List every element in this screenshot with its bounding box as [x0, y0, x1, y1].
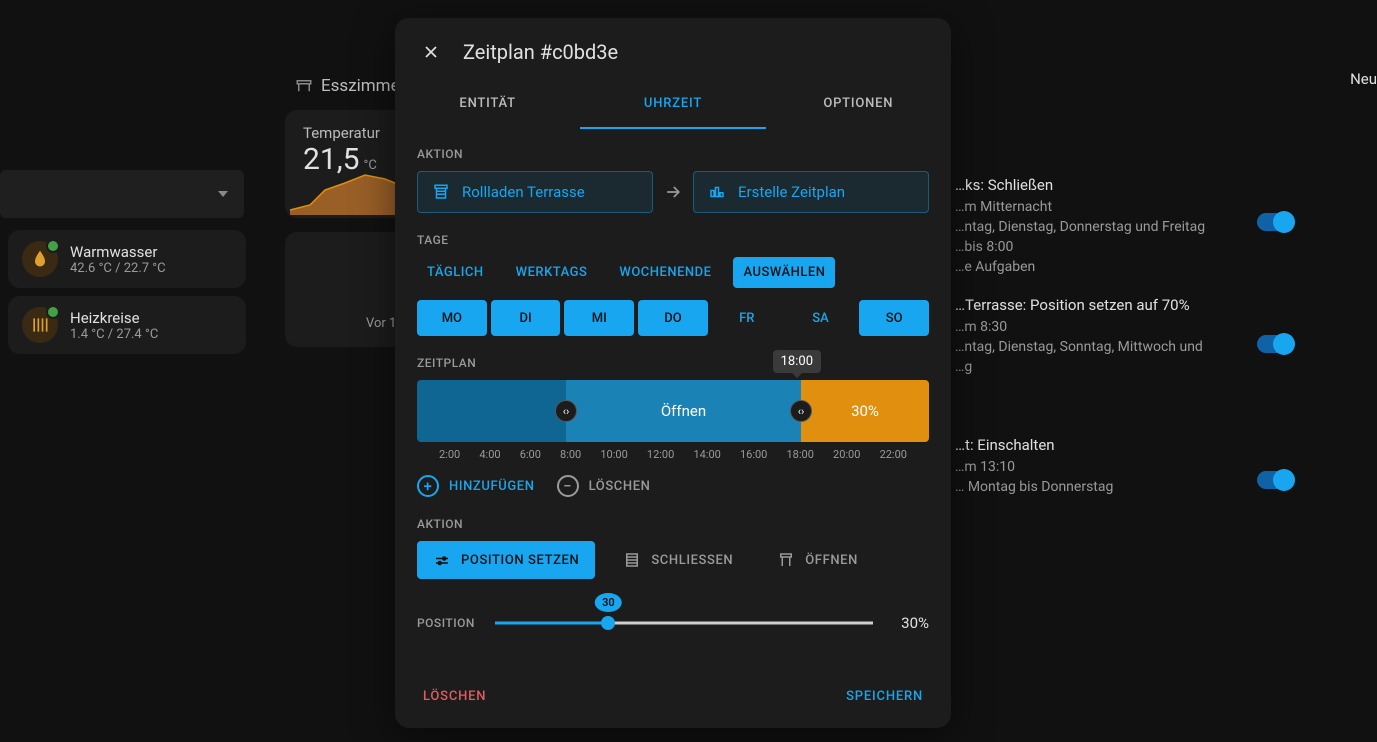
tab-entity[interactable]: ENTITÄT — [395, 80, 580, 129]
sensor-card-warmwasser[interactable]: Warmwasser 42.6 °C / 22.7 °C — [8, 230, 246, 288]
day-mi[interactable]: MI — [564, 300, 634, 336]
room-name: Esszimmer — [321, 76, 405, 96]
slider-label: POSITION — [417, 616, 477, 630]
preset-weekend[interactable]: WOCHENENDE — [609, 257, 721, 288]
dialog-tabs: ENTITÄT UHRZEIT OPTIONEN — [395, 80, 951, 129]
section-label-timeline: ZEITPLAN — [417, 356, 929, 370]
tab-options[interactable]: OPTIONEN — [766, 80, 951, 129]
temperature-sparkline — [290, 165, 400, 215]
tab-time[interactable]: UHRZEIT — [580, 80, 765, 129]
schedule-dialog: Zeitplan #c0bd3e ENTITÄT UHRZEIT OPTIONE… — [395, 18, 951, 728]
day-fr[interactable]: FR — [712, 300, 782, 336]
schedule-item[interactable]: …ks: Schließen …m Mitternacht …ntag, Die… — [955, 175, 1355, 277]
new-label[interactable]: Neu — [1350, 70, 1377, 88]
slider-thumb[interactable]: 30 — [601, 616, 615, 630]
schedule-item[interactable]: …t: Einschalten …m 13:10 … Montag bis Do… — [955, 435, 1355, 497]
status-badge — [46, 305, 60, 319]
section-label-days: TAGE — [417, 233, 929, 247]
day-di[interactable]: DI — [491, 300, 561, 336]
chevron-down-icon — [218, 191, 228, 197]
day-sa[interactable]: SA — [786, 300, 856, 336]
room-header: Esszimmer — [295, 76, 405, 96]
save-button[interactable]: SPEICHERN — [846, 689, 923, 704]
status-badge — [46, 239, 60, 253]
toggle-switch[interactable] — [1257, 213, 1293, 231]
timeline-add-button[interactable]: + HINZUFÜGEN — [417, 475, 535, 497]
timeline-handle[interactable]: ‹› — [555, 400, 577, 422]
minus-icon: − — [557, 475, 579, 497]
toggle-switch[interactable] — [1257, 335, 1293, 353]
slider-value-bubble: 30 — [595, 593, 622, 612]
preset-select[interactable]: AUSWÄHLEN — [733, 257, 835, 288]
schedule-item[interactable]: …Terrasse: Position setzen auf 70% …m 8:… — [955, 295, 1355, 377]
timeline-segment-percent[interactable]: 30% — [801, 380, 929, 442]
position-slider[interactable]: 30 — [495, 609, 873, 637]
close-icon — [421, 42, 441, 62]
timeline-ticks: 2:00 4:00 6:00 8:00 10:00 12:00 14:00 16… — [417, 448, 929, 461]
timeline[interactable]: 18:00 Öffnen 30% ‹› ‹› 2:00 4:00 6:00 8:… — [417, 380, 929, 497]
action-set-position[interactable]: POSITION SETZEN — [417, 541, 595, 579]
sensor-name: Warmwasser — [70, 243, 166, 261]
action-chip[interactable]: Erstelle Zeitplan — [693, 171, 929, 213]
action-chip-label: Erstelle Zeitplan — [738, 183, 845, 201]
sensor-name: Heizkreise — [70, 309, 158, 327]
schedule-title: …ks: Schließen — [955, 175, 1355, 195]
shutter-open-icon — [777, 551, 795, 569]
day-so[interactable]: SO — [859, 300, 929, 336]
shutter-icon — [432, 183, 450, 201]
timeline-delete-button[interactable]: − LÖSCHEN — [557, 475, 651, 497]
preset-daily[interactable]: TÄGLICH — [417, 257, 494, 288]
section-label-action: AKTION — [417, 147, 929, 161]
day-do[interactable]: DO — [638, 300, 708, 336]
section-label-action2: AKTION — [417, 517, 929, 531]
shutter-closed-icon — [623, 551, 641, 569]
entity-chip-label: Rollladen Terrasse — [462, 183, 585, 201]
arrow-right-icon — [663, 182, 683, 202]
delete-button[interactable]: LÖSCHEN — [423, 689, 486, 704]
slider-percent: 30% — [891, 614, 929, 632]
toggle-switch[interactable] — [1257, 471, 1293, 489]
preset-workdays[interactable]: WERKTAGS — [506, 257, 598, 288]
sensor-values: 1.4 °C / 27.4 °C — [70, 327, 158, 342]
sensor-values: 42.6 °C / 22.7 °C — [70, 261, 166, 276]
sensor-card-heizkreise[interactable]: Heizkreise 1.4 °C / 27.4 °C — [8, 296, 246, 354]
schedule-title: …Terrasse: Position setzen auf 70% — [955, 295, 1355, 315]
schedule-icon — [708, 183, 726, 201]
timeline-segment-idle[interactable] — [417, 380, 566, 442]
dropdown-select[interactable] — [0, 170, 244, 218]
day-mo[interactable]: MO — [417, 300, 487, 336]
sliders-icon — [433, 551, 451, 569]
timeline-segment-open[interactable]: Öffnen — [566, 380, 801, 442]
radiator-icon — [22, 307, 58, 343]
action-close-shutter[interactable]: SCHLIESSEN — [607, 541, 749, 579]
timeline-handle[interactable]: ‹› — [790, 400, 812, 422]
timeline-tooltip: 18:00 — [773, 350, 821, 373]
action-open-shutter[interactable]: ÖFFNEN — [761, 541, 874, 579]
temperature-label: Temperatur — [303, 124, 387, 142]
plus-icon: + — [417, 475, 439, 497]
entity-chip[interactable]: Rollladen Terrasse — [417, 171, 653, 213]
room-icon — [295, 77, 313, 95]
close-button[interactable] — [417, 38, 445, 66]
dialog-title: Zeitplan #c0bd3e — [463, 40, 618, 64]
schedule-title: …t: Einschalten — [955, 435, 1355, 455]
water-icon — [22, 241, 58, 277]
